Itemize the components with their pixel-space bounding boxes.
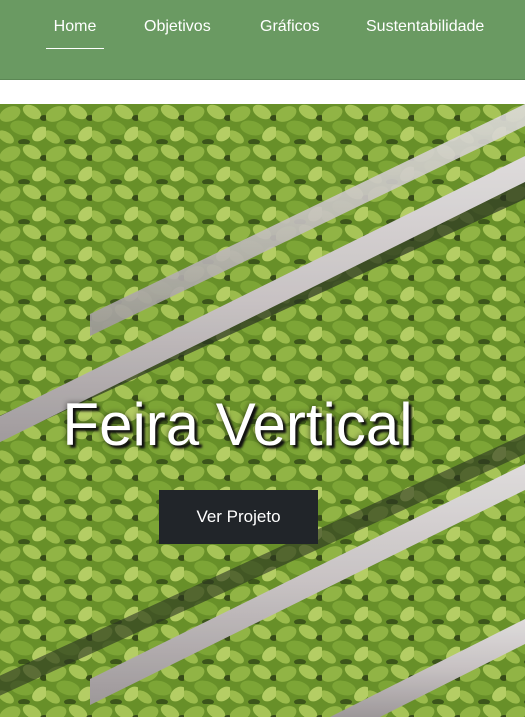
nav-link-graficos[interactable]: Gráficos: [260, 17, 320, 49]
nav-link-home[interactable]: Home: [46, 17, 104, 49]
hero-section: Feira Vertical Ver Projeto: [0, 104, 525, 717]
top-navigation: Home Objetivos Gráficos Sustentabilidade: [0, 0, 525, 80]
nav-link-sustentabilidade[interactable]: Sustentabilidade: [366, 17, 484, 49]
ver-projeto-button[interactable]: Ver Projeto: [159, 490, 318, 544]
hero-title: Feira Vertical: [62, 391, 413, 458]
nav-link-objetivos[interactable]: Objetivos: [144, 17, 211, 49]
